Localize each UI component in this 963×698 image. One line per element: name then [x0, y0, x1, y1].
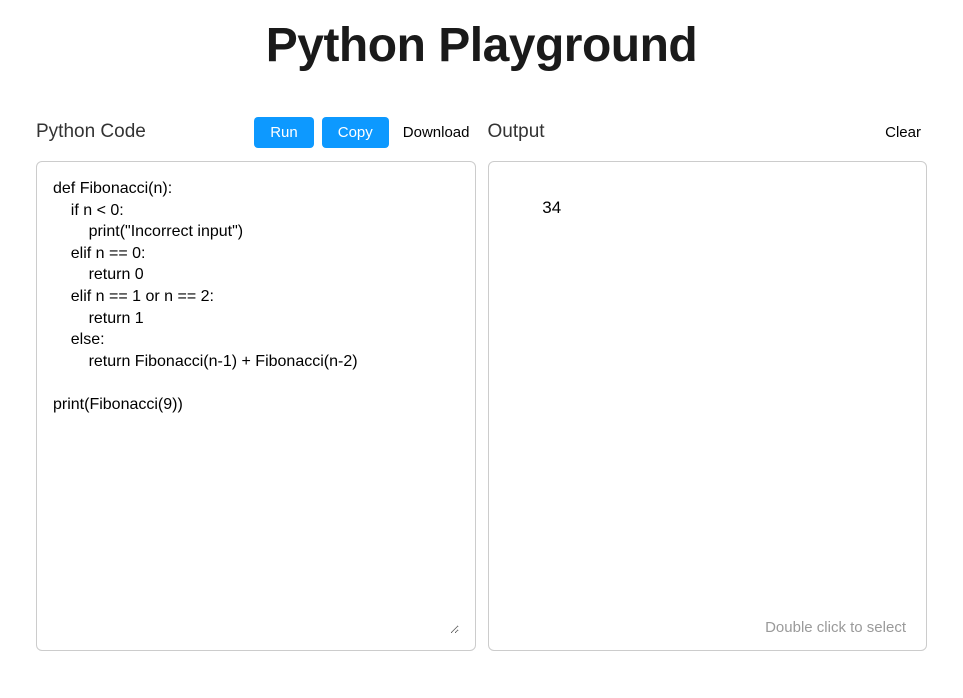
code-panel-label: Python Code: [36, 121, 146, 143]
code-editor-container: [36, 161, 476, 651]
run-button[interactable]: Run: [254, 117, 314, 148]
code-editor[interactable]: [53, 178, 459, 634]
output-panel-actions: Clear: [879, 117, 927, 148]
clear-button[interactable]: Clear: [879, 117, 927, 148]
code-panel: Python Code Run Copy Download: [36, 115, 476, 651]
download-button[interactable]: Download: [397, 117, 476, 148]
output-hint: Double click to select: [765, 619, 906, 636]
output-text: 34: [542, 198, 561, 217]
output-panel-header: Output Clear: [488, 115, 928, 149]
copy-button[interactable]: Copy: [322, 117, 389, 148]
output-panel: Output Clear 34 Double click to select: [488, 115, 928, 651]
code-panel-actions: Run Copy Download: [254, 117, 475, 148]
output-display[interactable]: 34 Double click to select: [488, 161, 928, 651]
page-title: Python Playground: [36, 18, 927, 73]
output-panel-label: Output: [488, 121, 545, 143]
code-panel-header: Python Code Run Copy Download: [36, 115, 476, 149]
